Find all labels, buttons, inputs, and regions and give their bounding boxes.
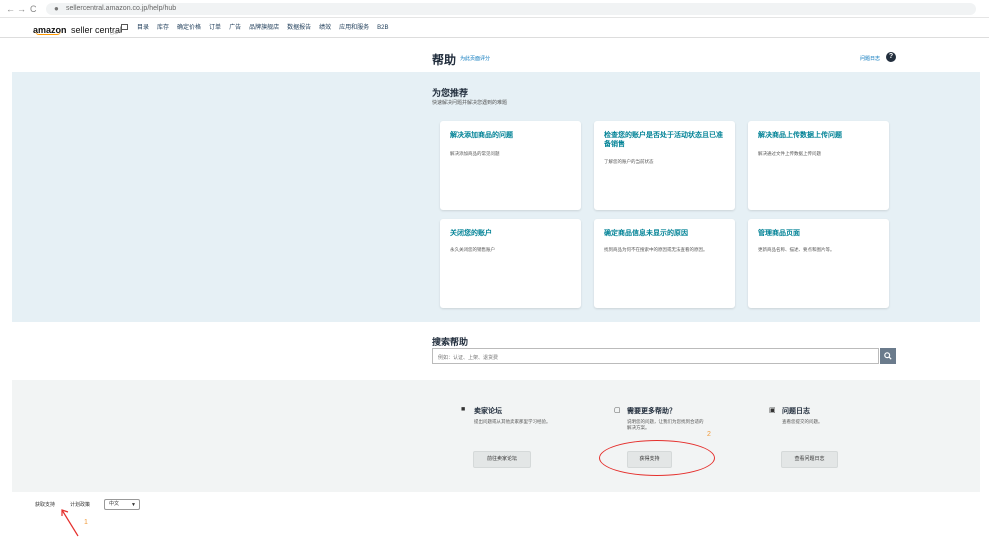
amazon-seller-central-logo[interactable]: amazon seller central 日本 — [33, 20, 122, 36]
annotation-number-1: 1 — [84, 519, 88, 526]
nav-item-reports[interactable]: 数据报告 — [287, 24, 311, 32]
forward-arrow-icon[interactable]: → — [17, 3, 26, 15]
nav-item-performance[interactable]: 绩效 — [319, 24, 331, 32]
card-title: 管理商品页面 — [758, 230, 800, 237]
recommend-subtitle: 快速解决问题并解决您遇到的难题 — [432, 100, 508, 106]
search-icon — [884, 352, 892, 360]
search-button[interactable] — [880, 348, 896, 364]
card-desc: 永久关闭您的销售账户 — [450, 247, 495, 252]
card-desc: 解决添加商品的常见问题 — [450, 151, 500, 156]
back-arrow-icon[interactable]: ← — [6, 3, 15, 15]
chat-icon: ▢ — [614, 407, 621, 414]
card-desc: 解决通过文件上传数据上传问题 — [758, 151, 821, 156]
rate-page-link[interactable]: 为此页面评分 — [460, 55, 490, 62]
nav-item-stores[interactable]: 品牌旗舰店 — [249, 24, 279, 32]
card-title: 解决添加商品的问题 — [450, 132, 513, 139]
nav-item-apps[interactable]: 应用和服务 — [339, 24, 369, 32]
card-title: 关闭您的账户 — [450, 230, 492, 237]
contact-section — [12, 380, 980, 492]
card-title: 检查您的账户是否处于活动状态且已准备销售 — [604, 132, 723, 148]
more-help-title: 需要更多帮助？ — [627, 408, 676, 415]
smile-icon — [35, 31, 61, 35]
browser-toolbar: ← → C ● sellercentral.amazon.co.jp/help/… — [0, 0, 989, 18]
recommend-title: 为您推荐 — [432, 88, 469, 98]
card-desc: 更新商品名称、描述、要点和图片等。 — [758, 247, 835, 252]
card-desc: 了解您的账户的当前状态 — [604, 159, 654, 164]
nav-item-catalog[interactable]: 目录 — [137, 24, 149, 32]
more-help-desc: 说明您的问题，让我们为您找到合适的解决方案。 — [627, 419, 704, 430]
language-select[interactable]: 中文 ▼ — [104, 499, 140, 510]
language-value: 中文 — [109, 501, 120, 507]
forum-title: 卖家论坛 — [474, 408, 502, 415]
flag-icon[interactable] — [121, 24, 128, 32]
forum-button[interactable]: 前往卖家论坛 — [473, 451, 531, 468]
recommend-card[interactable]: 确定商品信息未显示的原因 找到商品为何不在搜索中的原因或无法查看的原因。 — [594, 219, 735, 308]
recommend-card[interactable]: 关闭您的账户 永久关闭您的销售账户 — [440, 219, 581, 308]
nav-item-inventory[interactable]: 库存 — [157, 24, 169, 32]
chevron-down-icon: ▼ — [131, 502, 136, 508]
nav-item-orders[interactable]: 订单 — [209, 24, 221, 32]
help-support-link[interactable]: 获取支持 — [35, 501, 55, 508]
nav-item-pricing[interactable]: 确定价格 — [177, 24, 201, 32]
recommend-card[interactable]: 解决添加商品的问题 解决添加商品的常见问题 — [440, 121, 581, 210]
problem-log-button[interactable]: 查看问题日志 — [781, 451, 838, 468]
url-text: sellercentral.amazon.co.jp/help/hub — [66, 5, 177, 12]
forum-desc: 提出问题或从其他卖家那里学习经验。 — [474, 419, 551, 424]
recommend-card[interactable]: 管理商品页面 更新商品名称、描述、要点和图片等。 — [748, 219, 889, 308]
annotation-number-2: 2 — [707, 431, 711, 438]
lock-icon: ● — [54, 4, 59, 13]
reload-icon[interactable]: C — [30, 3, 37, 15]
recommend-card[interactable]: 解决商品上传数据上传问题 解决通过文件上传数据上传问题 — [748, 121, 889, 210]
card-desc: 找到商品为何不在搜索中的原因或无法查看的原因。 — [604, 247, 708, 252]
question-icon[interactable]: ? — [886, 52, 896, 62]
nav-item-b2b[interactable]: B2B — [377, 24, 388, 32]
card-title: 解决商品上传数据上传问题 — [758, 132, 842, 139]
address-bar[interactable]: ● sellercentral.amazon.co.jp/help/hub — [46, 3, 976, 15]
top-nav: amazon seller central 日本 目录 库存 确定价格 订单 广… — [0, 18, 989, 38]
annotation-circle — [599, 440, 715, 476]
recommend-card[interactable]: 检查您的账户是否处于活动状态且已准备销售 了解您的账户的当前状态 — [594, 121, 735, 210]
forum-icon: ■ — [461, 406, 466, 413]
main-menu: 目录 库存 确定价格 订单 广告 品牌旗舰店 数据报告 绩效 应用和服务 B2B — [137, 24, 396, 32]
search-input[interactable] — [432, 348, 879, 364]
nav-item-advertising[interactable]: 广告 — [229, 24, 241, 32]
log-title: 问题日志 — [782, 408, 810, 415]
card-title: 确定商品信息未显示的原因 — [604, 230, 688, 237]
page-title: 帮助 — [432, 53, 457, 67]
search-title: 搜索帮助 — [432, 337, 469, 347]
logo-sub: 日本 — [110, 30, 118, 35]
policy-link[interactable]: 计划政策 — [70, 501, 90, 508]
log-desc: 查看您提交的问题。 — [782, 419, 823, 424]
log-icon: ▣ — [769, 407, 776, 414]
annotation-arrow — [61, 509, 79, 537]
problem-log-link[interactable]: 问题日志 — [860, 55, 880, 62]
